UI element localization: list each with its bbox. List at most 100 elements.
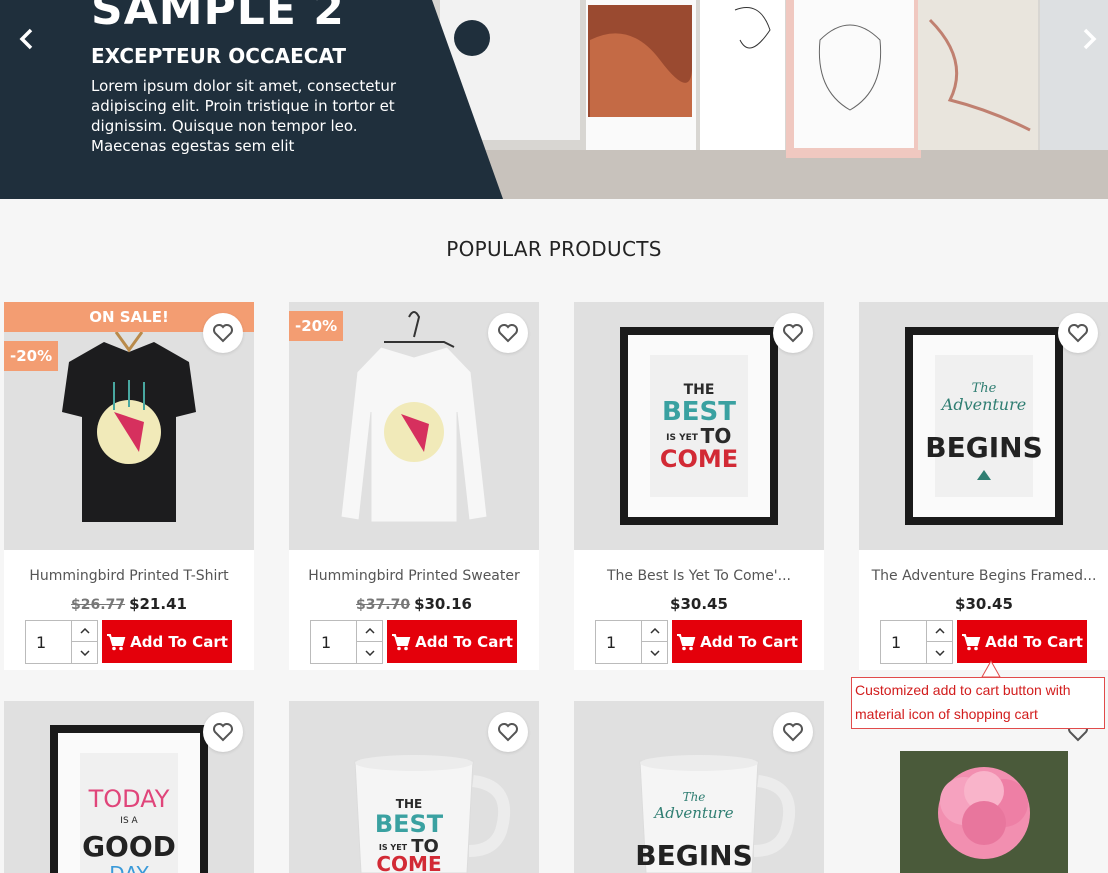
product-image[interactable]: The Adventure BEGINS — [574, 701, 824, 873]
increase-button[interactable] — [72, 621, 98, 642]
wishlist-button[interactable] — [488, 712, 528, 752]
poster-text: TODAY — [88, 785, 170, 813]
shopping-cart-icon — [392, 633, 411, 650]
wishlist-button[interactable] — [488, 313, 528, 353]
product-card[interactable]: The Adventure BEGINS — [574, 701, 824, 873]
poster-text: GOOD — [82, 830, 176, 863]
hero-title: SAMPLE 2 — [91, 0, 345, 35]
chevron-down-icon — [80, 649, 90, 656]
shopping-cart-icon — [677, 633, 696, 650]
product-image[interactable]: -20% — [289, 302, 539, 550]
quantity-spinner — [641, 621, 668, 663]
chevron-up-icon — [935, 628, 945, 634]
chevron-up-icon — [80, 628, 90, 634]
quantity-input[interactable]: 1 — [36, 633, 46, 652]
add-to-cart-button[interactable]: Add To Cart — [387, 620, 517, 663]
quantity-stepper[interactable]: 1 — [25, 620, 98, 664]
chevron-down-icon — [935, 649, 945, 656]
increase-button[interactable] — [357, 621, 383, 642]
quantity-stepper[interactable]: 1 — [880, 620, 953, 664]
slider-prev-button[interactable] — [12, 24, 42, 54]
decrease-button[interactable] — [72, 642, 98, 663]
decrease-button[interactable] — [357, 642, 383, 663]
product-card[interactable]: ON SALE! -20% Hummingbird Printed T-Shir… — [4, 302, 254, 670]
heart-icon — [783, 324, 803, 343]
poster-text: BEST — [662, 397, 736, 427]
add-to-cart-button[interactable]: Add To Cart — [672, 620, 802, 663]
discount-badge: -20% — [289, 311, 344, 341]
quantity-input[interactable]: 1 — [321, 633, 331, 652]
product-name[interactable]: Hummingbird Printed T-Shirt — [4, 568, 254, 584]
product-image[interactable]: THE BEST IS YET TO COME — [574, 302, 824, 550]
product-image[interactable]: TODAY IS A GOOD DAY — [4, 701, 254, 873]
current-price: $30.16 — [414, 595, 472, 613]
current-price: $30.45 — [670, 595, 728, 613]
shopping-cart-icon — [107, 633, 126, 650]
product-name[interactable]: Hummingbird Printed Sweater — [289, 568, 539, 584]
shopping-cart-icon — [962, 633, 981, 650]
product-card[interactable]: TODAY IS A GOOD DAY — [4, 701, 254, 873]
product-price: $37.70 $30.16 — [289, 595, 539, 613]
product-name[interactable]: The Best Is Yet To Come'... — [574, 568, 824, 584]
current-price: $21.41 — [129, 595, 187, 613]
quantity-input[interactable]: 1 — [891, 633, 901, 652]
poster-text: DAY — [109, 862, 149, 873]
hero-description: Lorem ipsum dolor sit amet, consectetur … — [91, 77, 397, 155]
product-card[interactable]: The Adventure BEGINS The Adventure Begin… — [859, 302, 1108, 670]
chevron-left-icon — [19, 28, 33, 50]
poster-text: IS YET — [379, 843, 408, 852]
product-image[interactable]: ON SALE! -20% — [4, 302, 254, 550]
heart-icon — [498, 723, 518, 742]
hero-slider: SAMPLE 2 EXCEPTEUR OCCAECAT Lorem ipsum … — [0, 0, 1108, 199]
wishlist-button[interactable] — [1058, 313, 1098, 353]
increase-button[interactable] — [642, 621, 668, 642]
add-to-cart-button[interactable]: Add To Cart — [102, 620, 232, 663]
old-price: $37.70 — [356, 597, 411, 613]
chevron-up-icon — [365, 628, 375, 634]
quantity-spinner — [71, 621, 98, 663]
decrease-button[interactable] — [642, 642, 668, 663]
poster-text: BEGINS — [635, 839, 752, 872]
wishlist-button[interactable] — [203, 712, 243, 752]
heart-icon — [213, 324, 233, 343]
add-to-cart-label: Add To Cart — [700, 632, 798, 651]
product-image[interactable]: The Adventure BEGINS — [859, 302, 1108, 550]
hero-subtitle: EXCEPTEUR OCCAECAT — [91, 44, 347, 68]
add-to-cart-label: Add To Cart — [985, 632, 1083, 651]
poster-text: The — [972, 381, 997, 396]
add-to-cart-label: Add To Cart — [415, 632, 513, 651]
add-to-cart-button[interactable]: Add To Cart — [957, 620, 1087, 663]
heart-icon — [783, 723, 803, 742]
wishlist-button[interactable] — [773, 313, 813, 353]
chevron-right-icon — [1083, 28, 1097, 50]
poster-text: THE — [684, 382, 715, 398]
discount-badge: -20% — [4, 341, 59, 371]
poster-text: BEGINS — [925, 431, 1042, 464]
heart-icon — [213, 723, 233, 742]
quantity-stepper[interactable]: 1 — [310, 620, 383, 664]
decrease-button[interactable] — [927, 642, 953, 663]
poster-text: COME — [660, 445, 738, 473]
product-card[interactable]: THE BEST IS YET TO COME The Best Is Yet … — [574, 302, 824, 670]
product-card[interactable]: -20% Hummingbird Printed Sweater $37.70 $… — [289, 302, 539, 670]
poster-text: THE — [396, 797, 422, 811]
product-image[interactable]: THE BEST IS YET TO COME — [289, 701, 539, 873]
poster-text: COME — [376, 852, 441, 873]
heart-icon — [498, 324, 518, 343]
add-to-cart-label: Add To Cart — [130, 632, 228, 651]
wishlist-button[interactable] — [203, 313, 243, 353]
slider-next-button[interactable] — [1074, 24, 1104, 54]
quantity-spinner — [356, 621, 383, 663]
quantity-stepper[interactable]: 1 — [595, 620, 668, 664]
product-card[interactable]: THE BEST IS YET TO COME — [289, 701, 539, 873]
product-name[interactable]: The Adventure Begins Framed... — [859, 568, 1108, 584]
chevron-down-icon — [365, 649, 375, 656]
chevron-up-icon — [650, 628, 660, 634]
poster-text: IS A — [120, 816, 138, 826]
product-price: $30.45 — [574, 595, 824, 613]
wishlist-button[interactable] — [773, 712, 813, 752]
poster-text: BEST — [375, 810, 444, 838]
quantity-input[interactable]: 1 — [606, 633, 616, 652]
increase-button[interactable] — [927, 621, 953, 642]
annotation-callout: Customized add to cart button with mater… — [851, 677, 1105, 729]
